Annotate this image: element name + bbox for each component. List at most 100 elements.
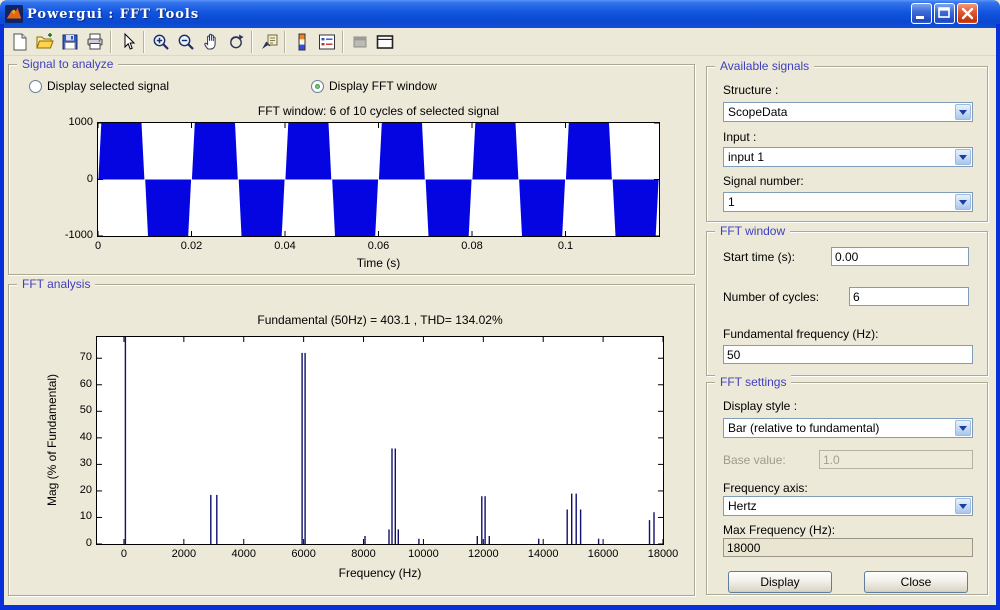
max-frequency-input[interactable] <box>723 538 973 557</box>
signal-plot-axes[interactable]: 00.020.040.060.080.1-100001000 <box>97 122 660 237</box>
input-dropdown-value: input 1 <box>728 150 764 164</box>
display-style-label: Display style : <box>723 399 797 413</box>
chevron-down-icon[interactable] <box>955 149 971 165</box>
datatip-icon[interactable] <box>256 30 281 54</box>
x-tick-label: 0 <box>73 240 123 252</box>
fft-plot-title: Fundamental (50Hz) = 403.1 , THD= 134.02… <box>96 313 664 327</box>
signal-plot-title: FFT window: 6 of 10 cycles of selected s… <box>97 104 660 118</box>
minimize-button[interactable] <box>911 3 932 24</box>
signal-number-label: Signal number: <box>723 174 804 188</box>
rotate-3d-icon[interactable] <box>223 30 248 54</box>
fft-plot-axes[interactable]: 0200040006000800010000120001400016000180… <box>96 336 664 545</box>
y-tick-label: 50 <box>80 404 92 416</box>
signal-number-dropdown[interactable]: 1 <box>723 192 973 212</box>
matlab-logo-icon <box>5 5 23 23</box>
input-dropdown[interactable]: input 1 <box>723 147 973 167</box>
structure-dropdown[interactable]: ScopeData <box>723 102 973 122</box>
toolbar-separator <box>143 31 145 53</box>
pan-icon[interactable] <box>198 30 223 54</box>
fft-analysis-group-title: FFT analysis <box>17 277 95 291</box>
frequency-axis-dropdown-value: Hertz <box>728 499 757 513</box>
print-icon[interactable] <box>82 30 107 54</box>
chevron-down-icon[interactable] <box>955 104 971 120</box>
x-tick-label: 4000 <box>219 548 269 560</box>
base-value-input <box>819 450 973 469</box>
y-tick-label: 70 <box>80 351 92 363</box>
window-title: Powergui : FFT Tools <box>27 7 199 22</box>
y-tick-label: 40 <box>80 431 92 443</box>
radio-display-fft-window[interactable]: Display FFT window <box>311 79 437 93</box>
fundamental-frequency-label: Fundamental frequency (Hz): <box>723 327 878 341</box>
close-button[interactable] <box>957 3 978 24</box>
signal-number-dropdown-value: 1 <box>728 195 735 209</box>
minimize-icon <box>912 4 931 23</box>
available-signals-group: Available signals Structure : ScopeData … <box>706 66 988 222</box>
save-icon[interactable] <box>57 30 82 54</box>
x-tick-label: 0.06 <box>354 240 404 252</box>
toolbar-separator <box>342 31 344 53</box>
close-action-button[interactable]: Close <box>864 571 968 593</box>
new-icon[interactable] <box>7 30 32 54</box>
y-tick-label: 1000 <box>69 116 93 128</box>
fundamental-frequency-input[interactable] <box>723 345 973 364</box>
fft-window-group: FFT window Start time (s): Number of cyc… <box>706 231 988 376</box>
radio-label: Display FFT window <box>329 79 437 93</box>
number-of-cycles-label: Number of cycles: <box>723 290 819 304</box>
y-tick-label: -1000 <box>65 229 93 241</box>
radio-display-selected-signal[interactable]: Display selected signal <box>29 79 169 93</box>
signal-plot-xlabel: Time (s) <box>97 256 660 270</box>
fft-settings-group-title: FFT settings <box>715 375 791 389</box>
radio-label: Display selected signal <box>47 79 169 93</box>
maximize-button[interactable] <box>934 3 955 24</box>
x-tick-label: 12000 <box>458 548 508 560</box>
start-time-input[interactable] <box>831 247 969 266</box>
plot-tools-icon[interactable] <box>372 30 397 54</box>
chevron-down-icon[interactable] <box>955 498 971 514</box>
display-style-dropdown-value: Bar (relative to fundamental) <box>728 421 879 435</box>
x-tick-label: 0.1 <box>541 240 591 252</box>
display-button[interactable]: Display <box>728 571 832 593</box>
x-tick-label: 18000 <box>638 548 688 560</box>
x-tick-label: 0.08 <box>447 240 497 252</box>
signal_plot-canvas <box>98 123 659 236</box>
title-bar[interactable]: Powergui : FFT Tools <box>0 0 1000 28</box>
y-tick-label: 20 <box>80 484 92 496</box>
window-border-left <box>0 24 4 610</box>
chevron-down-icon[interactable] <box>955 194 971 210</box>
toolbar-separator <box>251 31 253 53</box>
y-tick-label: 10 <box>80 510 92 522</box>
zoom-out-icon[interactable] <box>173 30 198 54</box>
close-icon <box>958 4 977 23</box>
signal-to-analyze-group-title: Signal to analyze <box>17 57 118 71</box>
legend-icon[interactable] <box>314 30 339 54</box>
toolbar-separator <box>110 31 112 53</box>
colorbar-icon[interactable] <box>289 30 314 54</box>
number-of-cycles-input[interactable] <box>849 287 969 306</box>
y-tick-label: 30 <box>80 457 92 469</box>
max-frequency-label: Max Frequency (Hz): <box>723 523 835 537</box>
toolbar <box>4 28 996 56</box>
pointer-icon[interactable] <box>115 30 140 54</box>
zoom-in-icon[interactable] <box>148 30 173 54</box>
window-border-right <box>996 24 1000 610</box>
chevron-down-icon[interactable] <box>955 420 971 436</box>
toolbar-separator <box>284 31 286 53</box>
x-tick-label: 0.02 <box>167 240 217 252</box>
display-style-dropdown[interactable]: Bar (relative to fundamental) <box>723 418 973 438</box>
window-controls <box>911 3 978 24</box>
input-label: Input : <box>723 130 756 144</box>
brush-icon[interactable] <box>347 30 372 54</box>
x-tick-label: 16000 <box>578 548 628 560</box>
x-tick-label: 6000 <box>279 548 329 560</box>
open-icon[interactable] <box>32 30 57 54</box>
x-tick-label: 10000 <box>398 548 448 560</box>
fft-window-group-title: FFT window <box>715 224 790 238</box>
fft-settings-group: FFT settings Display style : Bar (relati… <box>706 382 988 595</box>
frequency-axis-dropdown[interactable]: Hertz <box>723 496 973 516</box>
y-tick-label: 0 <box>86 537 92 549</box>
x-tick-label: 14000 <box>518 548 568 560</box>
x-tick-label: 8000 <box>339 548 389 560</box>
window-border-bottom <box>0 605 1000 610</box>
maximize-icon <box>935 4 954 23</box>
y-tick-label: 0 <box>87 173 93 185</box>
